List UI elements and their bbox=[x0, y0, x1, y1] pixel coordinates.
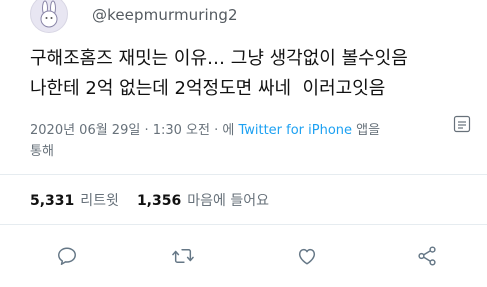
likes-count: 1,356 bbox=[136, 193, 182, 209]
retweets-label: 리트윗 bbox=[80, 193, 119, 209]
via-line2: 통해 bbox=[30, 144, 54, 159]
retweet-button[interactable] bbox=[170, 243, 196, 269]
reply-button[interactable] bbox=[54, 243, 80, 269]
likes-label: 마음에 들어요 bbox=[187, 193, 269, 209]
divider bbox=[0, 224, 487, 225]
user-handle[interactable]: @keepmurmuring2 bbox=[92, 6, 238, 24]
tweet-meta: 2020년 06월 29일 · 1:30 오전 · 에 Twitter for … bbox=[30, 120, 470, 162]
divider bbox=[0, 174, 487, 175]
reply-icon bbox=[58, 247, 76, 265]
tweet-text-line: 구해조홈즈 재밋는 이유… 그냥 생각없이 볼수잇음 bbox=[30, 48, 408, 69]
via-suffix: 앱을 bbox=[352, 123, 381, 138]
tweet-date: 2020년 06월 29일 · 1:30 오전 · 에 bbox=[30, 123, 239, 138]
menu-caret-icon[interactable] bbox=[453, 115, 471, 133]
tweet-card: @keepmurmuring2 구해조홈즈 재밋는 이유… 그냥 생각없이 볼수… bbox=[0, 0, 487, 287]
retweets-stat[interactable]: 5,331 리트윗 bbox=[30, 190, 119, 210]
tweet-text-line: 나한테 2억 없는데 2억정도면 싸네 이러고잇음 bbox=[30, 78, 386, 99]
share-icon bbox=[418, 246, 436, 266]
retweets-count: 5,331 bbox=[30, 193, 75, 209]
tweet-actions bbox=[0, 243, 487, 273]
share-button[interactable] bbox=[414, 243, 440, 269]
heart-icon bbox=[298, 248, 316, 265]
likes-stat[interactable]: 1,356 마음에 들어요 bbox=[137, 190, 269, 210]
source-link[interactable]: Twitter for iPhone bbox=[238, 123, 352, 138]
tweet-text: 구해조홈즈 재밋는 이유… 그냥 생각없이 볼수잇음나한테 2억 없는데 2억정… bbox=[30, 44, 480, 104]
retweet-icon bbox=[172, 249, 194, 263]
avatar[interactable] bbox=[30, 0, 68, 33]
tweet-stats: 5,331 리트윗 1,356 마음에 들어요 bbox=[30, 189, 269, 211]
bunny-avatar-icon bbox=[40, 0, 58, 28]
tweet-header: @keepmurmuring2 bbox=[30, 0, 238, 36]
like-button[interactable] bbox=[294, 243, 320, 269]
